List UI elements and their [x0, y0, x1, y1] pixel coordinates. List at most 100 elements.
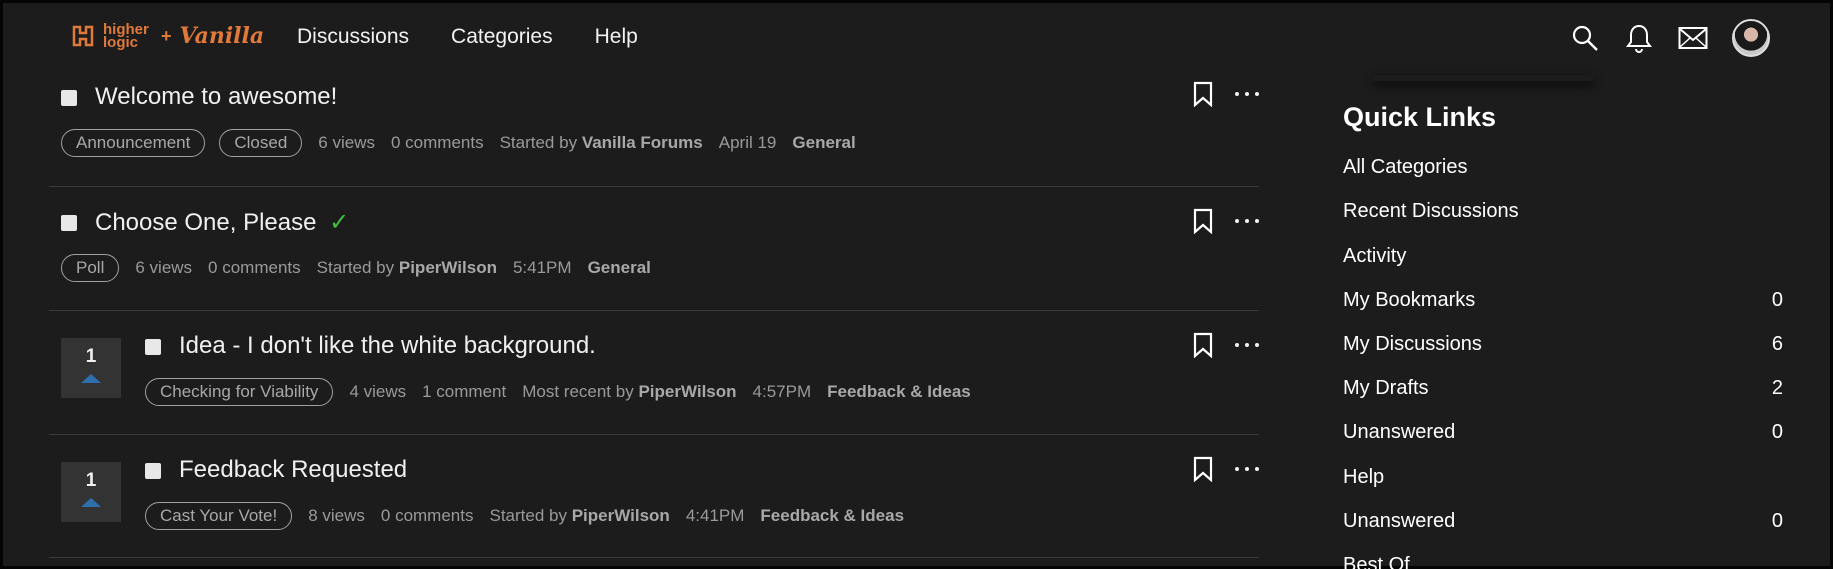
- vote-count: 1: [85, 470, 97, 491]
- discussion-title[interactable]: Welcome to awesome!: [95, 83, 337, 111]
- quick-link-label: My Discussions: [1343, 333, 1482, 355]
- quick-link-label: Best Of: [1343, 554, 1410, 569]
- bookmark-icon[interactable]: [1193, 208, 1213, 234]
- select-checkbox[interactable]: [145, 463, 161, 479]
- notifications-bell-icon[interactable]: [1624, 23, 1654, 53]
- quick-link-recent-discussions[interactable]: Recent Discussions: [1343, 200, 1783, 223]
- discussion-actions: [1193, 332, 1259, 358]
- started-label: Started by: [489, 506, 567, 525]
- discussion-title[interactable]: Choose One, Please ✓: [95, 208, 349, 237]
- discussion-date: 4:41PM: [685, 506, 745, 525]
- view-count: 6 views: [135, 258, 193, 277]
- logo-plus: +: [161, 25, 172, 46]
- discussion-list: Welcome to awesome! Announcement Closed …: [49, 75, 1259, 558]
- options-menu-icon[interactable]: [1235, 92, 1259, 96]
- bookmark-icon[interactable]: [1193, 332, 1213, 358]
- started-label: Started by: [499, 133, 578, 152]
- quick-link-label: Unanswered: [1343, 421, 1456, 443]
- view-count: 4 views: [349, 382, 407, 401]
- quick-link-label: Help: [1343, 466, 1385, 488]
- vote-counter[interactable]: 1: [61, 338, 121, 398]
- quick-link-activity[interactable]: Activity: [1343, 245, 1783, 268]
- quick-link-label: All Categories: [1343, 156, 1468, 178]
- discussion-title[interactable]: Feedback Requested: [179, 456, 407, 484]
- discussion-date: April 19: [718, 133, 777, 152]
- quick-link-label: Unanswered: [1343, 510, 1456, 532]
- bookmark-icon[interactable]: [1193, 81, 1213, 107]
- quick-link-count: 0: [1771, 421, 1783, 443]
- quick-link-my-bookmarks[interactable]: My Bookmarks 0: [1343, 289, 1783, 312]
- header-actions: [1570, 19, 1770, 57]
- discussion-meta: Checking for Viability 4 views 1 comment…: [145, 378, 971, 406]
- discussion-meta: Poll 6 views 0 comments Started by Piper…: [61, 254, 651, 282]
- author-line: Started by Vanilla Forums: [500, 133, 703, 153]
- quick-link-count: 0: [1771, 510, 1783, 532]
- options-menu-icon[interactable]: [1235, 343, 1259, 347]
- quick-link-unanswered[interactable]: Unanswered 0: [1343, 421, 1783, 444]
- quick-link-all-categories[interactable]: All Categories: [1343, 156, 1783, 179]
- quick-link-label: Recent Discussions: [1343, 200, 1519, 222]
- category-link[interactable]: Feedback & Ideas: [827, 382, 971, 402]
- tag-closed[interactable]: Closed: [219, 129, 303, 157]
- upvote-arrow-icon[interactable]: [81, 498, 101, 507]
- upvote-arrow-icon[interactable]: [81, 374, 101, 383]
- category-link[interactable]: General: [792, 133, 855, 153]
- options-menu-icon[interactable]: [1235, 219, 1259, 223]
- quick-link-help[interactable]: Help: [1343, 466, 1783, 489]
- comment-count: 0 comments: [380, 506, 474, 525]
- header-shadow: [1373, 75, 1593, 81]
- tag-poll[interactable]: Poll: [61, 254, 120, 282]
- tag-status[interactable]: Cast Your Vote!: [145, 502, 293, 530]
- vote-counter[interactable]: 1: [61, 462, 121, 522]
- discussion-actions: [1193, 81, 1259, 107]
- author-link[interactable]: PiperWilson: [399, 258, 497, 277]
- tag-announcement[interactable]: Announcement: [61, 129, 206, 157]
- category-link[interactable]: General: [588, 258, 651, 278]
- options-menu-icon[interactable]: [1235, 467, 1259, 471]
- main-nav: Discussions Categories Help: [297, 25, 638, 49]
- nav-discussions[interactable]: Discussions: [297, 25, 409, 49]
- user-avatar[interactable]: [1732, 19, 1770, 57]
- tag-status[interactable]: Checking for Viability: [145, 378, 334, 406]
- author-link[interactable]: PiperWilson: [638, 382, 736, 401]
- select-checkbox[interactable]: [145, 339, 161, 355]
- started-label: Started by: [316, 258, 395, 277]
- bookmark-icon[interactable]: [1193, 456, 1213, 482]
- comment-count: 1 comment: [422, 382, 507, 401]
- quick-link-count: 2: [1771, 377, 1783, 399]
- quick-link-my-discussions[interactable]: My Discussions 6: [1343, 333, 1783, 356]
- author-line: Started by PiperWilson: [489, 506, 669, 526]
- discussion-item: 1 Idea - I don't like the white backgrou…: [49, 311, 1259, 435]
- top-navigation-bar: higher logic + Vanilla Discussions Categ…: [3, 3, 1830, 75]
- discussion-title[interactable]: Idea - I don't like the white background…: [179, 332, 596, 360]
- site-logo[interactable]: higher logic + Vanilla: [71, 21, 265, 51]
- view-count: 8 views: [308, 506, 365, 525]
- discussion-item: Choose One, Please ✓ Poll 6 views 0 comm…: [49, 187, 1259, 311]
- quick-link-count: 6: [1771, 333, 1783, 355]
- nav-categories[interactable]: Categories: [451, 25, 553, 49]
- quick-link-label: My Drafts: [1343, 377, 1429, 399]
- select-checkbox[interactable]: [61, 215, 77, 231]
- quick-link-unanswered[interactable]: Unanswered 0: [1343, 510, 1783, 533]
- author-link[interactable]: Vanilla Forums: [582, 133, 703, 152]
- quick-link-my-drafts[interactable]: My Drafts 2: [1343, 377, 1783, 400]
- discussion-item: Welcome to awesome! Announcement Closed …: [49, 75, 1259, 187]
- discussion-actions: [1193, 456, 1259, 482]
- select-checkbox[interactable]: [61, 90, 77, 106]
- comment-count: 0 comments: [390, 133, 484, 152]
- discussion-date: 5:41PM: [512, 258, 572, 277]
- vote-count: 1: [85, 346, 97, 367]
- quick-links-title: Quick Links: [1343, 102, 1497, 132]
- discussion-meta: Cast Your Vote! 8 views 0 comments Start…: [145, 502, 904, 530]
- discussion-date: 4:57PM: [752, 382, 812, 401]
- comment-count: 0 comments: [208, 258, 301, 277]
- author-link[interactable]: PiperWilson: [572, 506, 670, 525]
- quick-link-best-of[interactable]: Best Of: [1343, 554, 1783, 569]
- search-icon[interactable]: [1570, 23, 1600, 53]
- messages-envelope-icon[interactable]: [1678, 23, 1708, 53]
- logo-text: higher logic: [103, 21, 149, 51]
- quick-link-label: Activity: [1343, 245, 1407, 267]
- logo-vanilla: Vanilla: [179, 23, 265, 49]
- nav-help[interactable]: Help: [595, 25, 638, 49]
- category-link[interactable]: Feedback & Ideas: [760, 506, 904, 526]
